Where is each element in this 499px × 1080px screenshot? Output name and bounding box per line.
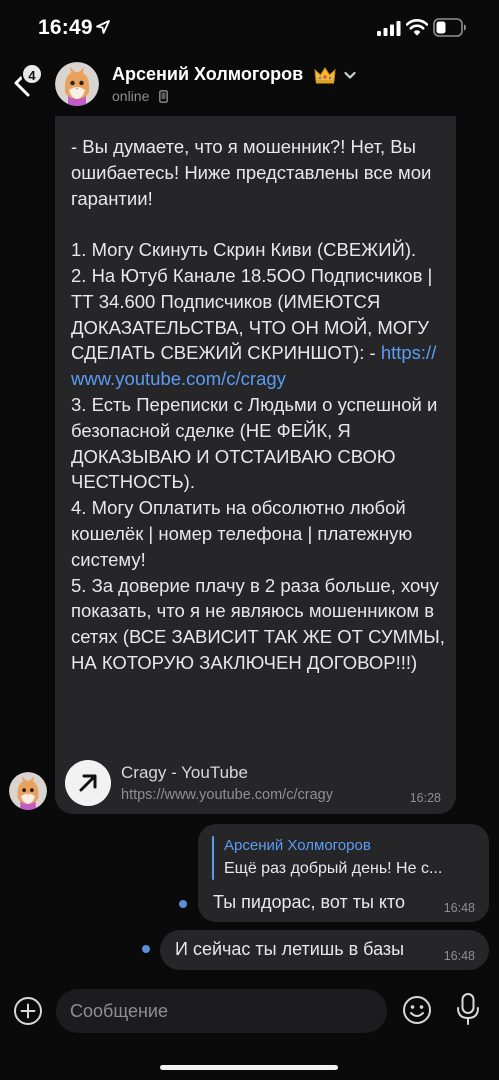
reply-author[interactable]: Арсений Холмогоров — [224, 837, 371, 854]
message-text-part: - Вы думаете, что я мошенник?! Нет, Вы о… — [71, 136, 433, 364]
microphone-button[interactable] — [453, 992, 483, 1028]
outgoing-message-bubble[interactable]: И сейчас ты летишь в базы 16:48 — [160, 930, 489, 970]
message-timestamp: 16:28 — [409, 791, 441, 805]
incoming-message-text: - Вы думаете, что я мошенник?! Нет, Вы о… — [71, 134, 446, 676]
message-input[interactable] — [56, 989, 387, 1033]
chevron-down-icon[interactable] — [343, 68, 357, 82]
arrow-up-right-icon — [79, 774, 97, 792]
message-timestamp: 16:48 — [443, 949, 475, 963]
link-preview-title[interactable]: Cragy - YouTube — [121, 763, 248, 783]
status-time: 16:49 — [38, 16, 93, 39]
home-indicator[interactable] — [160, 1065, 338, 1070]
reply-quote-bar — [212, 836, 214, 880]
sender-avatar[interactable] — [9, 772, 47, 810]
unread-count-badge: 4 — [21, 63, 43, 85]
outgoing-message-text: И сейчас ты летишь в базы — [175, 939, 405, 959]
message-timestamp: 16:48 — [443, 901, 475, 915]
location-arrow-icon — [96, 20, 110, 34]
add-attachment-button[interactable] — [12, 995, 44, 1027]
outgoing-message-bubble[interactable]: Арсений Холмогоров Ещё раз добрый день! … — [198, 824, 489, 922]
kitten-avatar-icon — [9, 772, 47, 810]
cellular-signal-icon — [377, 21, 401, 36]
contact-name[interactable]: Арсений Холмогоров — [112, 64, 303, 85]
message-text-part: 3. Есть Переписки с Людьми о успешной и … — [71, 393, 445, 673]
emoji-sticker-button[interactable] — [401, 994, 433, 1026]
incoming-message-bubble[interactable]: - Вы думаете, что я мошенник?! Нет, Вы о… — [55, 116, 456, 814]
unread-dot — [142, 945, 150, 953]
link-preview-icon[interactable] — [65, 760, 111, 806]
outgoing-message-text: Ты пидорас, вот ты кто — [213, 892, 406, 912]
crown-emoji-icon — [314, 67, 336, 84]
contact-online-status: online — [112, 88, 150, 104]
mobile-device-icon — [159, 90, 168, 103]
reply-quote-text[interactable]: Ещё раз добрый день! Не с... — [224, 860, 442, 878]
contact-avatar[interactable] — [55, 62, 99, 106]
unread-dot — [179, 900, 187, 908]
wifi-icon — [406, 19, 428, 36]
battery-icon — [433, 18, 466, 37]
kitten-avatar-icon — [55, 62, 99, 106]
status-bar: 16:49 — [0, 0, 499, 56]
link-preview-url: https://www.youtube.com/c/cragy — [121, 787, 333, 803]
